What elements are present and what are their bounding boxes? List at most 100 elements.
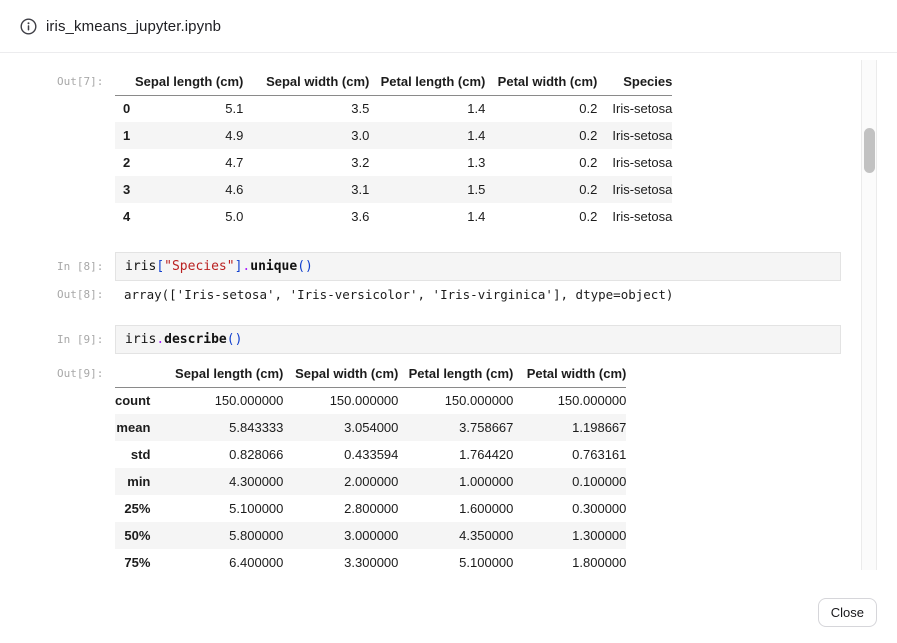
row-index: mean [115,414,150,441]
code-token: iris [125,259,156,274]
code-token: describe [164,332,227,347]
code-token: unique [250,259,297,274]
code-token: . [156,332,164,347]
row-index: 25% [115,495,150,522]
table-cell: 6.400000 [150,549,283,570]
code-cell: iris["Species"].unique() [115,252,841,281]
table-cell: 1.300000 [513,522,626,549]
scrollbar-thumb[interactable] [864,128,875,173]
column-header: Petal length (cm) [398,360,513,387]
table-cell: 4.9 [135,122,243,149]
table-row: 24.73.21.30.2Iris-setosa [115,149,672,176]
code-token: "Species" [164,259,234,274]
table-cell: 150.000000 [513,387,626,414]
table-row: 75%6.4000003.3000005.1000001.800000 [115,549,626,570]
column-header: Species [597,68,672,95]
table-row: min4.3000002.0000001.0000000.100000 [115,468,626,495]
table-cell: 4.6 [135,176,243,203]
code-token: ) [305,259,313,274]
table-cell: 0.433594 [283,441,398,468]
table-cell: 0.2 [485,122,597,149]
table-cell: 0.2 [485,176,597,203]
table-cell: 1.000000 [398,468,513,495]
table-cell: 150.000000 [398,387,513,414]
table-row: 50%5.8000003.0000004.3500001.300000 [115,522,626,549]
table-cell: 150.000000 [283,387,398,414]
table-cell: Iris-setosa [597,122,672,149]
table-cell: 5.100000 [398,549,513,570]
table-cell: 150.000000 [150,387,283,414]
code-cell: iris.describe() [115,325,841,354]
table-cell: 1.3 [369,149,485,176]
row-index: 75% [115,549,150,570]
table-cell: 4.350000 [398,522,513,549]
table-cell: 3.000000 [283,522,398,549]
table-header-row: Sepal length (cm)Sepal width (cm)Petal l… [115,360,626,387]
row-index: 3 [115,176,135,203]
table-cell: 3.054000 [283,414,398,441]
table-cell: 0.300000 [513,495,626,522]
table-row: 34.63.11.50.2Iris-setosa [115,176,672,203]
cell-prompt: Out[8]: [57,288,103,301]
info-icon [20,18,37,35]
table-row: count150.000000150.000000150.000000150.0… [115,387,626,414]
table-cell: 1.4 [369,122,485,149]
table-row: 05.13.51.40.2Iris-setosa [115,95,672,122]
table-row: mean5.8433333.0540003.7586671.198667 [115,414,626,441]
table-cell: 4.300000 [150,468,283,495]
table-cell: Iris-setosa [597,149,672,176]
table-cell: 0.2 [485,95,597,122]
table-cell: 5.100000 [150,495,283,522]
column-header [115,360,150,387]
table-row: std0.8280660.4335941.7644200.763161 [115,441,626,468]
table-cell: 2.000000 [283,468,398,495]
row-index: count [115,387,150,414]
table-cell: Iris-setosa [597,203,672,230]
output-table: Sepal length (cm)Sepal width (cm)Petal l… [115,68,672,230]
table-row: 45.03.61.40.2Iris-setosa [115,203,672,230]
code-token: [ [156,259,164,274]
table-cell: 3.300000 [283,549,398,570]
table-cell: 5.1 [135,95,243,122]
output-table: Sepal length (cm)Sepal width (cm)Petal l… [115,360,626,570]
row-index: min [115,468,150,495]
scrollbar-track[interactable] [861,60,877,570]
modal-header: iris_kmeans_jupyter.ipynb [0,0,897,53]
column-header: Sepal width (cm) [243,68,369,95]
table-cell: 3.2 [243,149,369,176]
cell-prompt: Out[7]: [57,75,103,88]
column-header: Sepal width (cm) [283,360,398,387]
table-cell: 1.198667 [513,414,626,441]
table-cell: 0.100000 [513,468,626,495]
cell-prompt: Out[9]: [57,367,103,380]
output-text: array(['Iris-setosa', 'Iris-versicolor',… [124,287,673,302]
table-cell: 1.800000 [513,549,626,570]
column-header [115,68,135,95]
table-cell: 1.4 [369,203,485,230]
code-token: ( [227,332,235,347]
column-header: Sepal length (cm) [150,360,283,387]
table-cell: 1.4 [369,95,485,122]
table-cell: 0.828066 [150,441,283,468]
column-header: Petal length (cm) [369,68,485,95]
table-cell: 3.0 [243,122,369,149]
table-cell: 3.5 [243,95,369,122]
code-token: ) [235,332,243,347]
table-row: 25%5.1000002.8000001.6000000.300000 [115,495,626,522]
table-cell: 0.2 [485,203,597,230]
code-token: ( [297,259,305,274]
cell-prompt: In [8]: [57,260,103,273]
table-cell: 0.763161 [513,441,626,468]
table-cell: 3.758667 [398,414,513,441]
row-index: 2 [115,149,135,176]
column-header: Petal width (cm) [485,68,597,95]
row-index: 1 [115,122,135,149]
column-header: Petal width (cm) [513,360,626,387]
table-cell: 3.6 [243,203,369,230]
table-cell: 0.2 [485,149,597,176]
notebook-content[interactable]: Out[7]:Sepal length (cm)Sepal width (cm)… [0,60,860,570]
close-button[interactable]: Close [818,598,877,627]
table-cell: 5.0 [135,203,243,230]
row-index: 4 [115,203,135,230]
table-cell: 2.800000 [283,495,398,522]
